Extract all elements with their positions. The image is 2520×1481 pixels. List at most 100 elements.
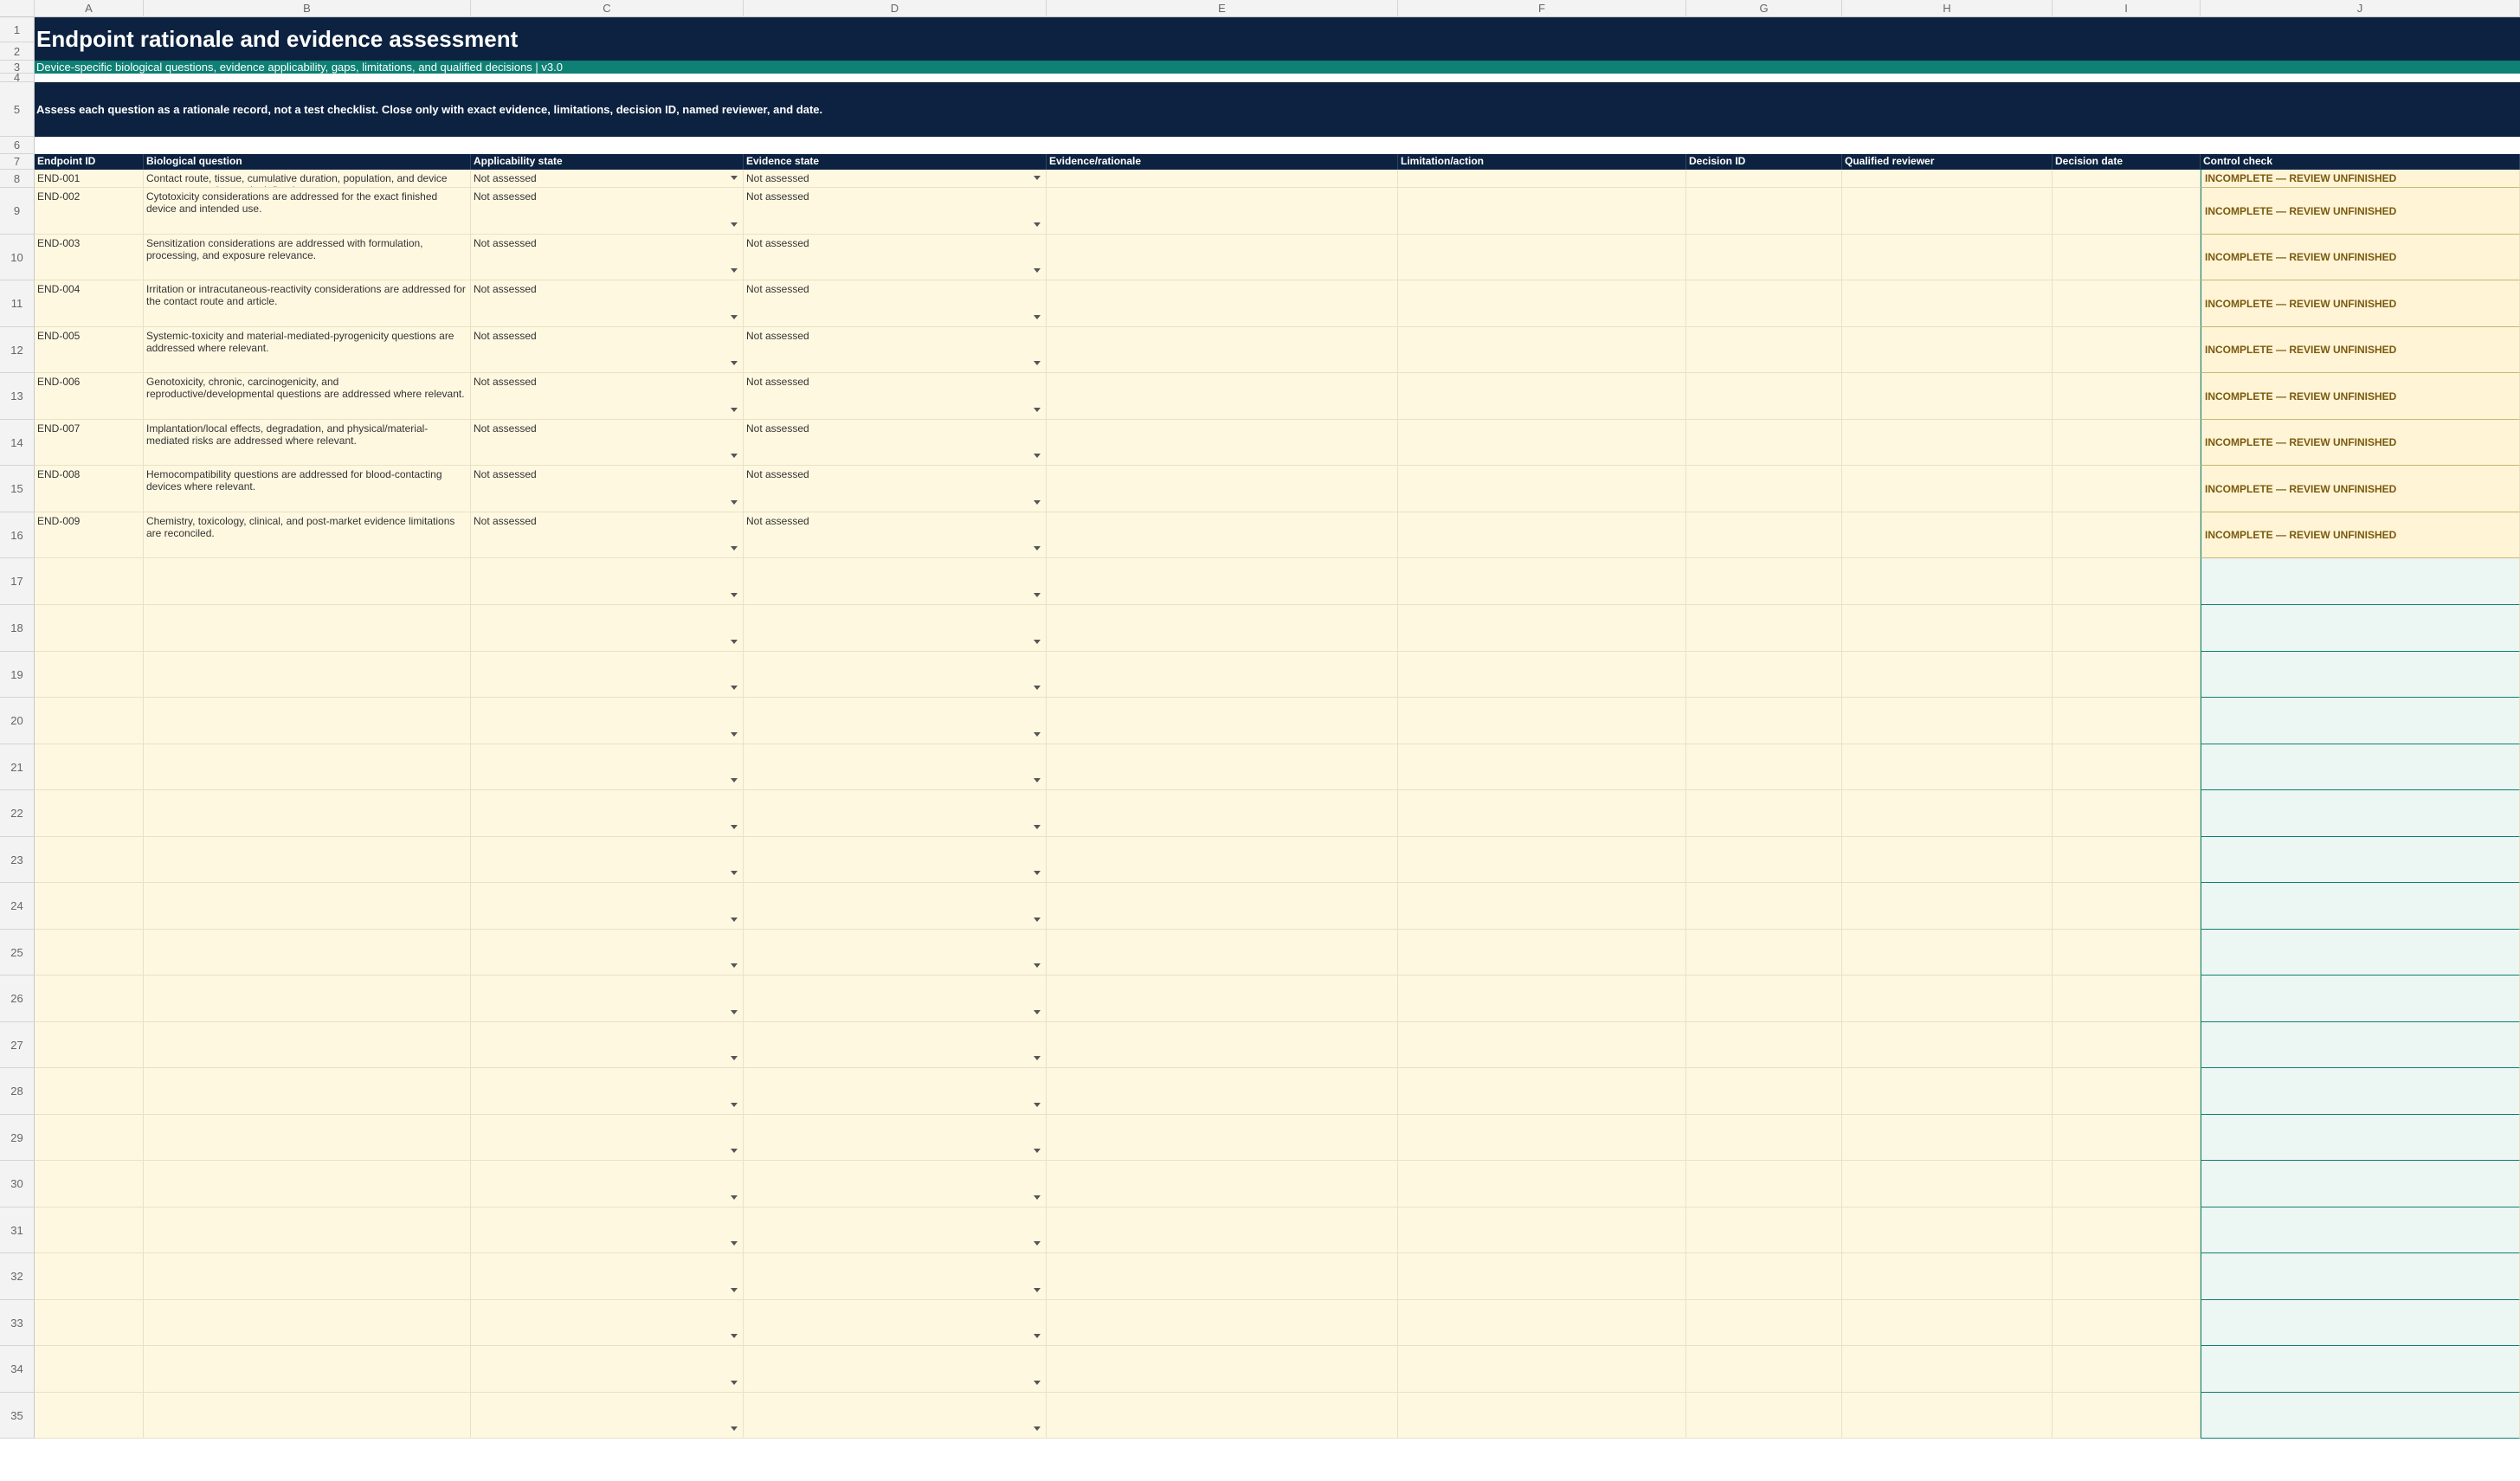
dropdown-arrow-icon[interactable] [1034,732,1041,737]
applicability-state-dropdown[interactable] [471,744,744,790]
evidence-state-dropdown[interactable]: Not assessed [744,420,1047,466]
cell-e19[interactable] [1047,652,1398,698]
evidence-state-dropdown[interactable] [744,558,1047,605]
cell-f25[interactable] [1398,930,1686,976]
applicability-state-dropdown[interactable] [471,883,744,930]
cell-g10[interactable] [1686,235,1842,280]
cell-f33[interactable] [1398,1300,1686,1346]
cell-e21[interactable] [1047,744,1398,790]
cell-f32[interactable] [1398,1253,1686,1300]
cell-i10[interactable] [2053,235,2201,280]
cell-f27[interactable] [1398,1022,1686,1068]
endpoint-id-cell[interactable]: END-004 [35,280,144,327]
cell-a31[interactable] [35,1207,144,1253]
evidence-state-dropdown[interactable] [744,883,1047,930]
cell-h12[interactable] [1842,327,2053,373]
row-header-11[interactable]: 11 [0,280,35,327]
control-check-cell[interactable] [2201,1022,2520,1068]
dropdown-arrow-icon[interactable] [1034,546,1041,551]
cell-b25[interactable] [144,930,471,976]
biological-question-cell[interactable]: Implantation/local effects, degradation,… [144,420,471,466]
row-header-28[interactable]: 28 [0,1068,35,1115]
biological-question-cell[interactable]: Genotoxicity, chronic, carcinogenicity, … [144,373,471,420]
control-check-cell[interactable] [2201,930,2520,976]
dropdown-arrow-icon[interactable] [731,871,738,875]
cell-e11[interactable] [1047,280,1398,327]
cell-g19[interactable] [1686,652,1842,698]
cell-h26[interactable] [1842,976,2053,1022]
cell-g26[interactable] [1686,976,1842,1022]
cell-a35[interactable] [35,1393,144,1439]
dropdown-arrow-icon[interactable] [731,222,738,227]
control-check-cell[interactable] [2201,652,2520,698]
cell-h16[interactable] [1842,512,2053,558]
cell-g30[interactable] [1686,1161,1842,1207]
cell-a18[interactable] [35,605,144,652]
cell-e30[interactable] [1047,1161,1398,1207]
column-heading-applicability-state[interactable]: Applicability state [471,154,744,170]
cell-b24[interactable] [144,883,471,930]
cell-i29[interactable] [2053,1115,2201,1161]
cell-i24[interactable] [2053,883,2201,930]
dropdown-arrow-icon[interactable] [731,1334,738,1338]
cell-e32[interactable] [1047,1253,1398,1300]
control-check-cell[interactable] [2201,1068,2520,1115]
dropdown-arrow-icon[interactable] [731,963,738,968]
biological-question-cell[interactable]: Cytotoxicity considerations are addresse… [144,188,471,235]
evidence-state-dropdown[interactable] [744,1068,1047,1115]
dropdown-arrow-icon[interactable] [1034,176,1041,180]
dropdown-arrow-icon[interactable] [731,1381,738,1385]
evidence-state-dropdown[interactable]: Not assessed [744,235,1047,280]
control-check-cell[interactable] [2201,698,2520,744]
applicability-state-dropdown[interactable] [471,558,744,605]
dropdown-arrow-icon[interactable] [1034,1334,1041,1338]
applicability-state-dropdown[interactable]: Not assessed [471,327,744,373]
cell-g17[interactable] [1686,558,1842,605]
control-check-cell[interactable] [2201,1346,2520,1393]
dropdown-arrow-icon[interactable] [731,640,738,644]
row-header-15[interactable]: 15 [0,466,35,512]
cell-f21[interactable] [1398,744,1686,790]
cell-h24[interactable] [1842,883,2053,930]
cell-i23[interactable] [2053,837,2201,883]
cell-h25[interactable] [1842,930,2053,976]
cell-i20[interactable] [2053,698,2201,744]
evidence-state-dropdown[interactable] [744,790,1047,837]
row-header-29[interactable]: 29 [0,1115,35,1161]
applicability-state-dropdown[interactable] [471,698,744,744]
cell-i31[interactable] [2053,1207,2201,1253]
dropdown-arrow-icon[interactable] [731,1241,738,1246]
cell-i19[interactable] [2053,652,2201,698]
cell-a29[interactable] [35,1115,144,1161]
evidence-state-dropdown[interactable] [744,652,1047,698]
dropdown-arrow-icon[interactable] [1034,1056,1041,1060]
cell-h18[interactable] [1842,605,2053,652]
cell-i13[interactable] [2053,373,2201,420]
column-heading-biological-question[interactable]: Biological question [144,154,471,170]
evidence-state-dropdown[interactable] [744,1161,1047,1207]
dropdown-arrow-icon[interactable] [1034,222,1041,227]
dropdown-arrow-icon[interactable] [1034,454,1041,458]
endpoint-id-cell[interactable]: END-006 [35,373,144,420]
dropdown-arrow-icon[interactable] [1034,408,1041,412]
column-header-f[interactable]: F [1398,0,1686,17]
cell-b23[interactable] [144,837,471,883]
control-check-cell[interactable]: INCOMPLETE — REVIEW UNFINISHED [2201,466,2520,512]
cell-i33[interactable] [2053,1300,2201,1346]
cell-h34[interactable] [1842,1346,2053,1393]
control-check-cell[interactable] [2201,790,2520,837]
row-header-30[interactable]: 30 [0,1161,35,1207]
dropdown-arrow-icon[interactable] [1034,1149,1041,1153]
cell-g20[interactable] [1686,698,1842,744]
row-header-6[interactable]: 6 [0,137,35,154]
dropdown-arrow-icon[interactable] [1034,268,1041,273]
cell-h8[interactable] [1842,170,2053,188]
cell-a30[interactable] [35,1161,144,1207]
endpoint-id-cell[interactable]: END-002 [35,188,144,235]
cell-g31[interactable] [1686,1207,1842,1253]
cell-f23[interactable] [1398,837,1686,883]
evidence-state-dropdown[interactable] [744,1115,1047,1161]
dropdown-arrow-icon[interactable] [1034,1010,1041,1014]
cell-f11[interactable] [1398,280,1686,327]
cell-i21[interactable] [2053,744,2201,790]
